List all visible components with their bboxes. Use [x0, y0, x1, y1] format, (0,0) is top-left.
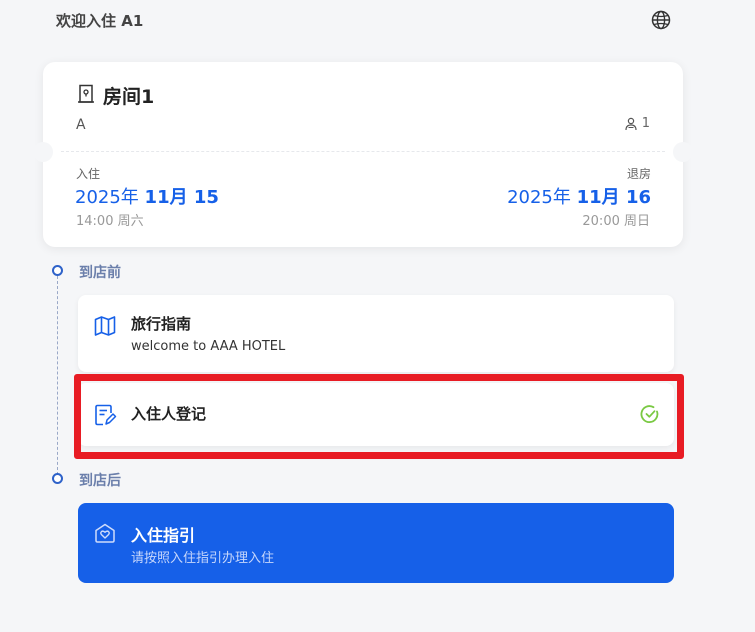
travel-guide-description: welcome to AAA HOTEL: [131, 339, 286, 354]
timeline-dot-before: [52, 265, 63, 276]
checkout-time: 20:00 周日: [582, 214, 650, 229]
guest-registration-title: 入住人登记: [131, 405, 207, 423]
room-title: 房间1: [103, 86, 155, 108]
checkout-month-day: 11月 16: [576, 187, 651, 208]
room-subtitle: A: [76, 117, 86, 133]
ticket-notch-right: [673, 142, 693, 162]
timeline-line: [57, 276, 58, 480]
divider: [61, 151, 665, 152]
checkin-guide-card[interactable]: 入住指引 请按照入住指引办理入住: [78, 503, 674, 583]
checkout-label: 退房: [626, 167, 651, 181]
registration-form-icon: [95, 404, 117, 426]
section-after-arrival: 到店后: [79, 473, 121, 489]
checkin-guide-title: 入住指引: [131, 526, 196, 545]
travel-guide-card[interactable]: 旅行指南 welcome to AAA HOTEL: [78, 295, 674, 372]
checkin-year: 2025年: [75, 187, 139, 208]
timeline-dot-after: [52, 473, 63, 484]
top-bar: 欢迎入住 A1: [0, 0, 755, 44]
section-before-arrival: 到店前: [79, 265, 121, 281]
check-circle-icon: [640, 405, 659, 423]
checkin-time: 14:00 周六: [76, 214, 144, 229]
guest-count: 1: [624, 116, 650, 131]
guest-count-value: 1: [641, 116, 650, 131]
door-icon: [78, 84, 94, 103]
ticket-notch-left: [33, 142, 53, 162]
checkin-guide-description: 请按照入住指引办理入住: [131, 551, 275, 566]
checkout-year: 2025年: [507, 187, 571, 208]
welcome-title: 欢迎入住 A1: [56, 12, 144, 30]
checkin-month-day: 11月 15: [144, 187, 219, 208]
travel-guide-title: 旅行指南: [131, 315, 192, 333]
room-card: 房间1 A 1 入住 退房 2025年 11月 15 2025年 11月 16 …: [33, 62, 693, 247]
checkin-date: 2025年 11月 15: [75, 183, 219, 209]
checkout-date: 2025年 11月 16: [507, 183, 651, 209]
house-heart-icon: [95, 523, 115, 543]
guest-registration-card[interactable]: 入住人登记: [78, 383, 674, 446]
map-icon: [94, 316, 116, 336]
checkin-label: 入住: [76, 167, 101, 181]
globe-icon[interactable]: [650, 9, 672, 31]
person-icon: [625, 117, 637, 130]
